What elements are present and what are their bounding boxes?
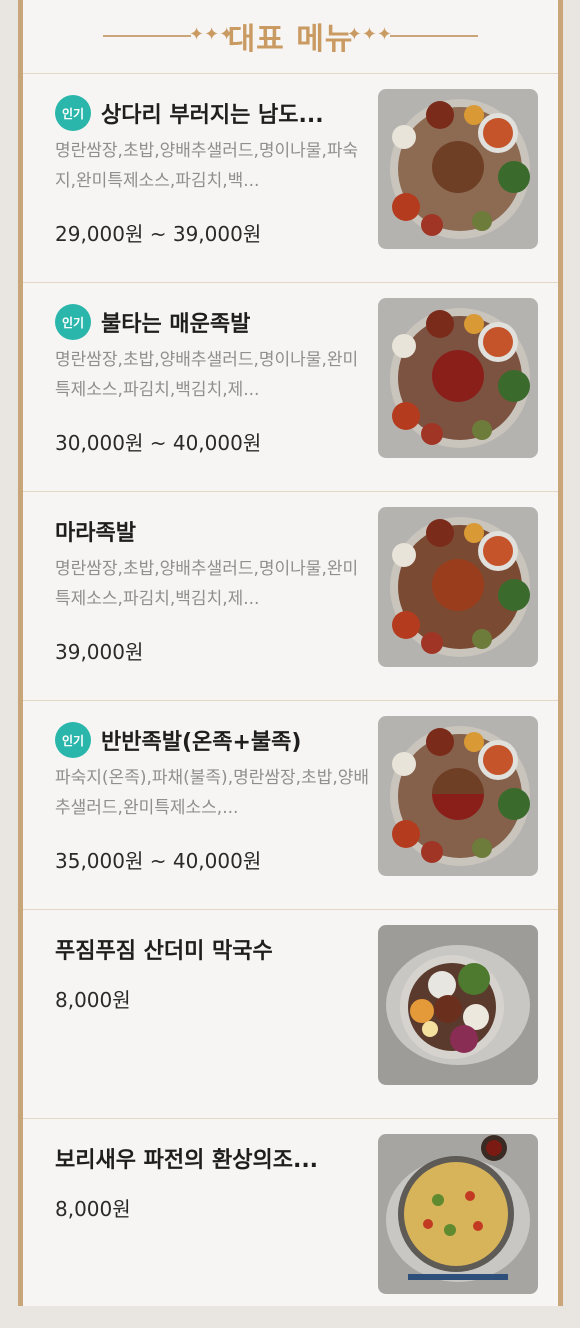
menu-item-photo[interactable] <box>378 925 538 1085</box>
section-header: ✦✦✦ 대표 메뉴 ✦✦✦ <box>23 0 558 72</box>
menu-item-name: 보리새우 파전의 환상의조... <box>55 1148 319 1173</box>
menu-item-photo[interactable] <box>378 298 538 458</box>
menu-item-price: 30,000원 ~ 40,000원 <box>55 431 262 455</box>
popular-badge: 인기 <box>55 722 91 758</box>
menu-item-name: 반반족발(온족+불족) <box>101 730 302 755</box>
menu-item-price: 8,000원 <box>55 988 131 1012</box>
platter-image-icon <box>378 89 538 249</box>
menu-item[interactable]: 마라족발 명란쌈장,초밥,양배추샐러드,명이나물,완미특제소스,파김치,백김치,… <box>23 491 558 701</box>
menu-item-price: 39,000원 <box>55 640 144 664</box>
menu-item-description: 파숙지(온족),파채(불족),명란쌈장,초밥,양배추샐러드,완미특제소스,... <box>55 768 370 818</box>
menu-item[interactable]: 보리새우 파전의 환상의조... 8,000원 <box>23 1118 558 1328</box>
ornament-right-icon: ✦✦✦ <box>346 24 392 45</box>
menu-item[interactable]: 인기 불타는 매운족발 명란쌈장,초밥,양배추샐러드,명이나물,완미특제소스,파… <box>23 282 558 492</box>
menu-item[interactable]: 인기 반반족발(온족+불족) 파숙지(온족),파채(불족),명란쌈장,초밥,양배… <box>23 700 558 910</box>
popular-badge: 인기 <box>55 95 91 131</box>
menu-item-photo[interactable] <box>378 89 538 249</box>
menu-item-name: 불타는 매운족발 <box>101 312 251 337</box>
menu-item-description: 명란쌈장,초밥,양배추샐러드,명이나물,파숙지,완미특제소스,파김치,백... <box>55 141 359 191</box>
noodle-bowl-image-icon <box>378 925 538 1085</box>
menu-item-photo[interactable] <box>378 507 538 667</box>
menu-item-photo[interactable] <box>378 716 538 876</box>
menu-item-photo[interactable] <box>378 1134 538 1294</box>
pancake-image-icon <box>378 1134 538 1294</box>
menu-item-description: 명란쌈장,초밥,양배추샐러드,명이나물,완미특제소스,파김치,백김치,제... <box>55 559 359 609</box>
menu-item-name: 푸짐푸짐 산더미 막국수 <box>55 939 273 964</box>
menu-item-price: 29,000원 ~ 39,000원 <box>55 222 262 246</box>
menu-item-name: 상다리 부러지는 남도... <box>101 103 324 128</box>
menu-panel: ✦✦✦ 대표 메뉴 ✦✦✦ 인기 상다리 부러지는 남도... 명란쌈장,초밥,… <box>18 0 563 1306</box>
menu-item-price: 8,000원 <box>55 1197 131 1221</box>
header-divider-right <box>390 35 478 37</box>
menu-item[interactable]: 인기 상다리 부러지는 남도... 명란쌈장,초밥,양배추샐러드,명이나물,파숙… <box>23 73 558 283</box>
popular-badge: 인기 <box>55 304 91 340</box>
menu-item[interactable]: 푸짐푸짐 산더미 막국수 8,000원 <box>23 909 558 1119</box>
platter-image-icon <box>378 298 538 458</box>
platter-image-icon <box>378 507 538 667</box>
menu-item-description: 명란쌈장,초밥,양배추샐러드,명이나물,완미특제소스,파김치,백김치,제... <box>55 350 359 400</box>
platter-image-icon <box>378 716 538 876</box>
menu-item-price: 35,000원 ~ 40,000원 <box>55 849 262 873</box>
menu-item-name: 마라족발 <box>55 521 136 546</box>
